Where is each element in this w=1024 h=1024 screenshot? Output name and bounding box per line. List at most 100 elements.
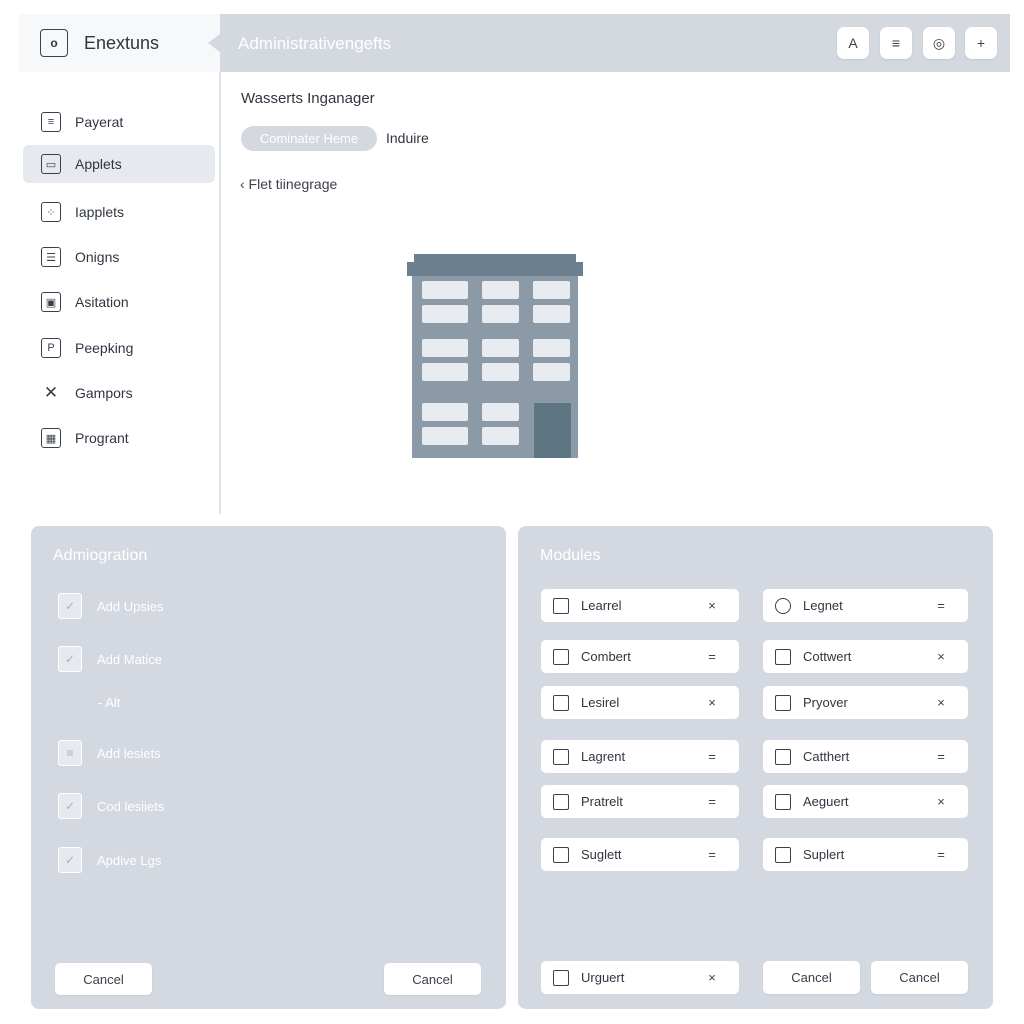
drag-handle-icon[interactable]: = [930, 847, 952, 862]
sidebar-item-onigns[interactable]: ☰ Onigns [23, 238, 215, 276]
drag-handle-icon[interactable]: = [930, 749, 952, 764]
sidebar-item-label: Onigns [75, 249, 120, 265]
module-item[interactable]: Learrel × [541, 589, 739, 622]
module-label: Urguert [581, 970, 625, 985]
user-button[interactable]: A [837, 27, 869, 59]
admin-cancel-button-left[interactable]: Cancel [55, 963, 152, 995]
sidebar-item-iapplets[interactable]: ⁘ Iapplets [23, 193, 215, 231]
document-icon: P [41, 338, 61, 358]
text-doc-icon: ≡ [58, 740, 82, 766]
check-doc-icon: ✓ [58, 646, 82, 672]
building-window [482, 363, 519, 381]
module-item[interactable]: Cottwert × [763, 640, 968, 673]
window-icon: ▣ [41, 292, 61, 312]
admin-item-label: Add Upsies [97, 598, 164, 614]
remove-icon[interactable]: × [930, 649, 952, 664]
remove-icon[interactable]: × [930, 695, 952, 710]
drag-handle-icon[interactable]: = [701, 649, 723, 664]
admin-item-add-matice[interactable]: ✓ Add Matice [58, 646, 162, 672]
module-label: Pryover [803, 695, 848, 710]
module-item[interactable]: Lagrent = [541, 740, 739, 773]
building-window [482, 281, 519, 299]
admin-sub-label: - Alt [98, 695, 121, 710]
sidebar-item-payerat[interactable]: ≡ Payerat [23, 103, 215, 141]
module-item[interactable]: Legnet = [763, 589, 968, 622]
target-button[interactable]: ◎ [923, 27, 955, 59]
building-door [534, 403, 571, 458]
module-item[interactable]: Pryover × [763, 686, 968, 719]
admin-item-label: Add lesiets [97, 745, 161, 761]
mail-icon [775, 694, 791, 711]
mail-icon [775, 748, 791, 765]
back-link[interactable]: ‹ Flet tiinegrage [240, 176, 337, 192]
admin-item-apdive-lgs[interactable]: ✓ Apdive Lgs [58, 847, 161, 873]
building-window [422, 281, 468, 299]
admin-item-add-lesiets[interactable]: ≡ Add lesiets [58, 740, 161, 766]
sidebar-item-label: Asitation [75, 294, 129, 310]
admin-item-label: Cod lesiiets [97, 798, 165, 814]
add-button[interactable]: + [965, 27, 997, 59]
sidebar-item-label: Iapplets [75, 204, 125, 220]
modules-panel-title: Modules [540, 547, 601, 564]
building-window [533, 305, 570, 323]
modules-cancel-button-b[interactable]: Cancel [871, 961, 968, 994]
remove-icon[interactable]: × [701, 970, 723, 985]
module-item[interactable]: Combert = [541, 640, 739, 673]
module-item[interactable]: Suglett = [541, 838, 739, 871]
page-header-title: Administrativengefts [238, 34, 392, 53]
modules-cancel-button-a[interactable]: Cancel [763, 961, 860, 994]
user-icon: A [848, 35, 858, 51]
module-item[interactable]: Urguert × [541, 961, 739, 994]
building-roof [407, 262, 583, 276]
list-icon: ≡ [41, 112, 61, 132]
module-label: Pratrelt [581, 794, 623, 809]
remove-icon[interactable]: × [701, 598, 723, 613]
drag-handle-icon[interactable]: = [701, 847, 723, 862]
drag-handle-icon[interactable]: = [930, 598, 952, 613]
admin-item-cod-lesiiets[interactable]: ✓ Cod lesiiets [58, 793, 164, 819]
file-icon [775, 793, 791, 810]
module-item[interactable]: Pratrelt = [541, 785, 739, 818]
building-window [422, 339, 468, 357]
module-label: Learrel [581, 598, 622, 613]
building-window [482, 403, 519, 421]
module-label: Suplert [803, 847, 845, 862]
file-icon [553, 969, 569, 986]
app-brand[interactable]: o Enextuns [18, 14, 220, 72]
building-window [422, 305, 468, 323]
admin-item-label: Apdive Lgs [97, 852, 162, 868]
module-label: Legnet [803, 598, 843, 613]
plus-icon: + [976, 35, 986, 51]
module-label: Lesirel [581, 695, 620, 710]
building-window [482, 305, 519, 323]
edit-grid-icon: ⁘ [41, 202, 61, 222]
home-chip[interactable]: Cominater Heme [241, 126, 377, 151]
drag-handle-icon[interactable]: = [701, 794, 723, 809]
module-item[interactable]: Lesirel × [541, 686, 739, 719]
sidebar-item-progrant[interactable]: ▦ Progrant [23, 419, 215, 457]
sidebar-item-applets[interactable]: ▭ Applets [23, 145, 215, 183]
building-window [482, 339, 519, 357]
admin-item-add-upsies[interactable]: ✓ Add Upsies [58, 593, 163, 619]
target-icon: ◎ [932, 34, 946, 51]
sidebar-item-peepking[interactable]: P Peepking [23, 329, 215, 367]
module-item[interactable]: Suplert = [763, 838, 968, 871]
mail-icon [775, 648, 791, 665]
database-button[interactable]: ≡ [880, 27, 912, 59]
sidebar-notch [208, 34, 220, 52]
induire-link[interactable]: Induire [386, 130, 429, 146]
drag-handle-icon[interactable]: = [701, 749, 723, 764]
admin-cancel-button-right[interactable]: Cancel [384, 963, 481, 995]
module-item[interactable]: Catthert = [763, 740, 968, 773]
sidebar-item-gampors[interactable]: ✕ Gampors [23, 374, 215, 412]
remove-icon[interactable]: × [930, 794, 952, 809]
database-icon: ≡ [891, 35, 901, 51]
sidebar-item-asitation[interactable]: ▣ Asitation [23, 283, 215, 321]
checklist-icon: ☰ [41, 247, 61, 267]
remove-icon[interactable]: × [701, 695, 723, 710]
search-icon [775, 597, 791, 614]
app-logo-icon: o [40, 29, 68, 57]
module-item[interactable]: Aeguert × [763, 785, 968, 818]
sidebar: ≡ Payerat ▭ Applets ⁘ Iapplets ☰ Onigns … [18, 72, 220, 514]
monitor-icon: ▭ [41, 154, 61, 174]
